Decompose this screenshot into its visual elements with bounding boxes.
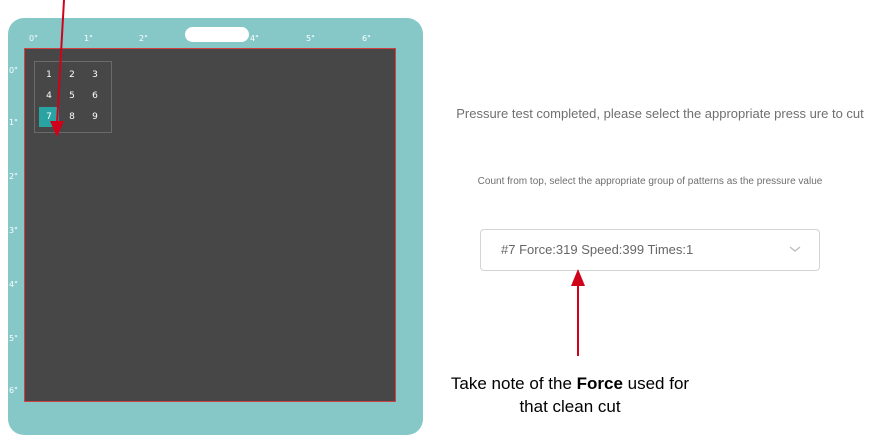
ruler-left-mark: 2"	[9, 172, 18, 181]
pattern-cell: 1	[46, 70, 52, 80]
ruler-top-mark: 1"	[84, 34, 93, 43]
ruler-top-mark: 6"	[362, 34, 371, 43]
ruler-top-mark: 3"	[194, 34, 203, 43]
ruler-left-mark: 0"	[9, 66, 18, 75]
arrow-to-force-value-icon	[571, 269, 585, 356]
ruler-top-mark: 4"	[250, 34, 259, 43]
ruler-top-mark: 0"	[29, 34, 38, 43]
pattern-cell-selected: 7	[39, 107, 59, 127]
ruler-top-mark: 5"	[306, 34, 315, 43]
chevron-down-icon	[789, 246, 801, 252]
annotation-note: Take note of the Force used for that cle…	[440, 372, 700, 418]
pattern-cell: 9	[92, 112, 98, 122]
annotation-bold: Force	[576, 374, 623, 393]
cut-area: 1 2 3 4 5 6 7 8 9	[24, 48, 396, 402]
annotation-prefix: Take note of the	[450, 374, 577, 393]
ruler-left-mark: 5"	[9, 334, 18, 343]
pressure-test-message: Pressure test completed, please select t…	[456, 106, 864, 121]
pattern-cell: 3	[92, 70, 98, 80]
pattern-cell: 5	[69, 91, 75, 101]
ruler-top-mark: 2"	[139, 34, 148, 43]
pattern-cell: 6	[92, 91, 98, 101]
ruler-left-mark: 1"	[9, 118, 18, 127]
pressure-test-pattern-grid: 1 2 3 4 5 6 7 8 9	[34, 61, 112, 133]
pattern-cell: 4	[46, 91, 52, 101]
pattern-cell: 2	[69, 70, 75, 80]
ruler-left-mark: 6"	[9, 386, 18, 395]
pattern-cell: 8	[69, 112, 75, 122]
pressure-select-value: #7 Force:319 Speed:399 Times:1	[501, 242, 694, 257]
ruler-top: 0" 1" 2" 3" 4" 5" 6"	[24, 34, 404, 44]
ruler-left-mark: 3"	[9, 226, 18, 235]
pressure-select[interactable]: #7 Force:319 Speed:399 Times:1	[480, 229, 820, 271]
ruler-left-mark: 4"	[9, 280, 18, 289]
pressure-instruction: Count from top, select the appropriate g…	[477, 176, 823, 187]
ruler-left: 0" 1" 2" 3" 4" 5" 6"	[9, 60, 25, 420]
